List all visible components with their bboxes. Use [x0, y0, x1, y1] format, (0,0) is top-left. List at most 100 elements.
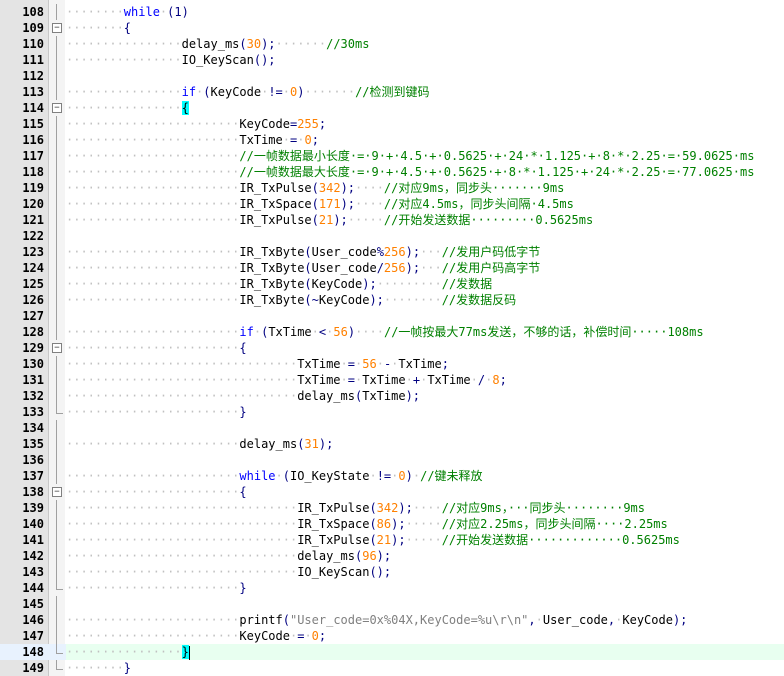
code-text-area[interactable]: ································IO_KeySc… — [66, 564, 784, 580]
indent-whitespace: ························ — [66, 293, 240, 307]
code-line[interactable]: 129− ························{ — [0, 340, 784, 356]
code-text-area[interactable]: ················IO_KeyScan(); — [66, 52, 784, 68]
code-line[interactable]: 121 ························IR_TxPulse(21… — [0, 212, 784, 228]
code-text-area[interactable]: ························IR_TxByte(KeyCod… — [66, 276, 784, 292]
fold-guide — [56, 564, 57, 580]
code-line[interactable]: 119 ························IR_TxPulse(34… — [0, 180, 784, 196]
code-text-area[interactable]: ························{ — [66, 340, 784, 356]
code-line[interactable]: 135 ························delay_ms(31); — [0, 436, 784, 452]
code-line[interactable]: 144 ························} — [0, 580, 784, 596]
code-text-area[interactable]: ································IR_TxPul… — [66, 532, 784, 548]
code-line[interactable]: 141 ································IR_Tx… — [0, 532, 784, 548]
code-line[interactable]: 126 ························IR_TxByte(~Ke… — [0, 292, 784, 308]
code-line[interactable]: 132 ································delay… — [0, 388, 784, 404]
code-line[interactable]: 115 ························KeyCode=255; — [0, 116, 784, 132]
fold-collapse-icon[interactable]: − — [52, 23, 62, 33]
code-line[interactable]: 128 ························if·(TxTime·<·… — [0, 324, 784, 340]
code-text-area[interactable]: ························IR_TxByte(User_c… — [66, 260, 784, 276]
code-text-area[interactable]: ························IR_TxByte(User_c… — [66, 244, 784, 260]
fold-collapse-icon[interactable]: − — [52, 487, 62, 497]
code-text-area[interactable]: ························TxTime·=·0; — [66, 132, 784, 148]
code-text-area[interactable]: ························while·(IO_KeySta… — [66, 468, 784, 484]
code-line[interactable]: 148 ················} — [0, 644, 784, 660]
code-text-area[interactable] — [66, 308, 784, 324]
code-text-area[interactable]: ················if·(KeyCode·!=·0)·······… — [66, 84, 784, 100]
code-line[interactable]: 113 ················if·(KeyCode·!=·0)····… — [0, 84, 784, 100]
code-line[interactable]: 114− ················{ — [0, 100, 784, 116]
code-text-area[interactable]: ········while·(1) — [66, 4, 784, 20]
code-text-area[interactable]: ························IR_TxSpace(171);… — [66, 196, 784, 212]
code-line[interactable]: 130 ································TxTim… — [0, 356, 784, 372]
code-text-area[interactable]: ························{ — [66, 484, 784, 500]
code-line[interactable]: 146 ························printf("User_… — [0, 612, 784, 628]
code-line[interactable]: 112 — [0, 68, 784, 84]
code-line[interactable]: 124 ························IR_TxByte(Use… — [0, 260, 784, 276]
code-line[interactable]: 123 ························IR_TxByte(Use… — [0, 244, 784, 260]
code-text-area[interactable]: ································TxTime·=… — [66, 356, 784, 372]
code-editor[interactable]: 108 ········while·(1) 109− ········{110 ····… — [0, 0, 784, 676]
operator-token: ); — [376, 549, 392, 563]
code-text: ········{ — [66, 20, 131, 36]
code-text-area[interactable]: ························//一帧数据最大长度·=·9·+… — [66, 164, 784, 180]
operator-token: ( — [239, 37, 247, 51]
code-line[interactable]: 142 ································delay… — [0, 548, 784, 564]
code-line[interactable]: 136 — [0, 452, 784, 468]
code-line[interactable]: 131 ································TxTim… — [0, 372, 784, 388]
code-text-area[interactable]: ························KeyCode·=·0; — [66, 628, 784, 644]
code-line[interactable]: 110 ················delay_ms(30);·······/… — [0, 36, 784, 52]
code-line[interactable]: 134 — [0, 420, 784, 436]
code-line[interactable]: 133 ························} — [0, 404, 784, 420]
code-line[interactable]: 147 ························KeyCode·=·0; — [0, 628, 784, 644]
code-text-area[interactable] — [66, 228, 784, 244]
code-text-area[interactable]: ········{ — [66, 20, 784, 36]
code-text-area[interactable]: ························IR_TxPulse(21);·… — [66, 212, 784, 228]
code-line[interactable]: 145 — [0, 596, 784, 612]
code-text-area[interactable]: ························} — [66, 580, 784, 596]
code-text-area[interactable]: ················delay_ms(30);·······//30… — [66, 36, 784, 52]
code-text-area[interactable]: ································delay_ms… — [66, 388, 784, 404]
code-text-area[interactable]: ························IR_TxByte(~KeyCo… — [66, 292, 784, 308]
code-text-area[interactable]: ················{ — [66, 100, 784, 116]
code-line[interactable]: 138− ························{ — [0, 484, 784, 500]
code-text-area[interactable] — [66, 68, 784, 84]
code-line[interactable]: 140 ································IR_Tx… — [0, 516, 784, 532]
fold-collapse-icon[interactable]: − — [52, 343, 62, 353]
code-line[interactable]: 120 ························IR_TxSpace(17… — [0, 196, 784, 212]
operator-token: ); — [405, 389, 421, 403]
code-text: ························IR_TxByte(User_c… — [66, 260, 540, 276]
code-line[interactable]: 118 ························//一帧数据最大长度·=·… — [0, 164, 784, 180]
code-text-area[interactable] — [66, 596, 784, 612]
code-line[interactable]: 149 ········} — [0, 660, 784, 676]
code-line[interactable]: 137 ························while·(IO_Key… — [0, 468, 784, 484]
code-text-area[interactable]: ················} — [66, 644, 784, 660]
code-text-area[interactable]: ································TxTime·=… — [66, 372, 784, 388]
code-line[interactable]: 116 ························TxTime·=·0; — [0, 132, 784, 148]
code-text-area[interactable]: ························if·(TxTime·<·56)… — [66, 324, 784, 340]
code-text-area[interactable]: ························IR_TxPulse(342);… — [66, 180, 784, 196]
code-text-area[interactable]: ································delay_ms… — [66, 548, 784, 564]
code-line[interactable]: 127 — [0, 308, 784, 324]
code-line[interactable]: 125 ························IR_TxByte(Key… — [0, 276, 784, 292]
whitespace-token: · — [470, 373, 478, 387]
indent-whitespace: ················ — [66, 53, 182, 67]
code-text-area[interactable]: ································IR_TxSpa… — [66, 516, 784, 532]
code-text-area[interactable]: ························delay_ms(31); — [66, 436, 784, 452]
code-text-area[interactable]: ········} — [66, 660, 784, 676]
code-text-area[interactable]: ························} — [66, 404, 784, 420]
code-line[interactable]: 139 ································IR_Tx… — [0, 500, 784, 516]
code-text-area[interactable]: ························//一帧数据最小长度·=·9·+… — [66, 148, 784, 164]
code-line[interactable]: 143 ································IO_Ke… — [0, 564, 784, 580]
fold-collapse-icon[interactable]: − — [52, 103, 62, 113]
code-text-area[interactable]: ························printf("User_cod… — [66, 612, 784, 628]
code-text-area[interactable] — [66, 420, 784, 436]
code-line[interactable]: 122 — [0, 228, 784, 244]
identifier-token: delay_ms — [239, 437, 298, 451]
code-line[interactable]: 111 ················IO_KeyScan(); — [0, 52, 784, 68]
code-text-area[interactable]: ································IR_TxPul… — [66, 500, 784, 516]
code-text-area[interactable] — [66, 452, 784, 468]
fold-end-marker — [56, 660, 63, 670]
code-line[interactable]: 108 ········while·(1) — [0, 4, 784, 20]
code-text-area[interactable]: ························KeyCode=255; — [66, 116, 784, 132]
code-line[interactable]: 117 ························//一帧数据最小长度·=·… — [0, 148, 784, 164]
code-line[interactable]: 109− ········{ — [0, 20, 784, 36]
